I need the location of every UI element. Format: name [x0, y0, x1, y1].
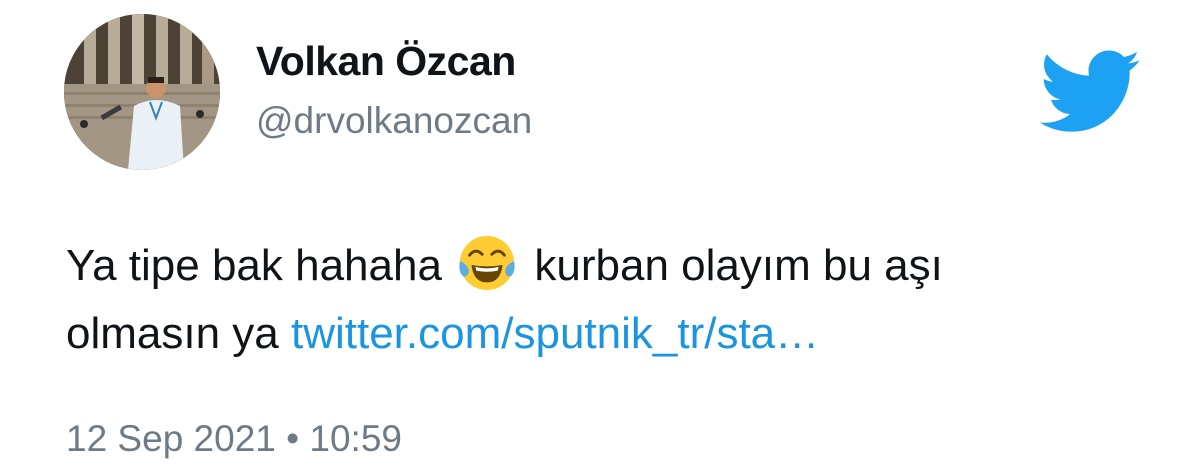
tweet-time: 10:59 [309, 418, 402, 459]
avatar-image [64, 14, 220, 170]
avatar[interactable] [64, 14, 220, 170]
author-handle[interactable]: @drvolkanozcan [256, 100, 532, 142]
tweet-line-1: Ya tipe bak hahaha kurban olayım bu aşı [66, 232, 1146, 300]
author-name[interactable]: Volkan Özcan [256, 38, 516, 85]
face-with-tears-of-joy-icon [459, 235, 515, 291]
tweet-text-part: Ya tipe bak hahaha [66, 241, 442, 290]
tweet-card: Volkan Özcan @drvolkanozcan Ya tipe bak … [0, 0, 1200, 469]
tweet-date: 12 Sep 2021 [66, 418, 276, 459]
tweet-line-2: olmasın ya twitter.com/sputnik_tr/sta… [66, 300, 1146, 368]
tweet-timestamp[interactable]: 12 Sep 2021 • 10:59 [66, 418, 402, 460]
timestamp-separator: • [286, 418, 300, 459]
twitter-bird-icon[interactable] [1040, 50, 1140, 134]
tweet-text: Ya tipe bak hahaha kurban olayım bu aşı … [66, 232, 1146, 368]
tweet-text-part: olmasın ya [66, 309, 291, 358]
tweet-link[interactable]: twitter.com/sputnik_tr/sta… [291, 309, 819, 358]
tweet-text-part: kurban olayım bu aşı [522, 241, 943, 290]
